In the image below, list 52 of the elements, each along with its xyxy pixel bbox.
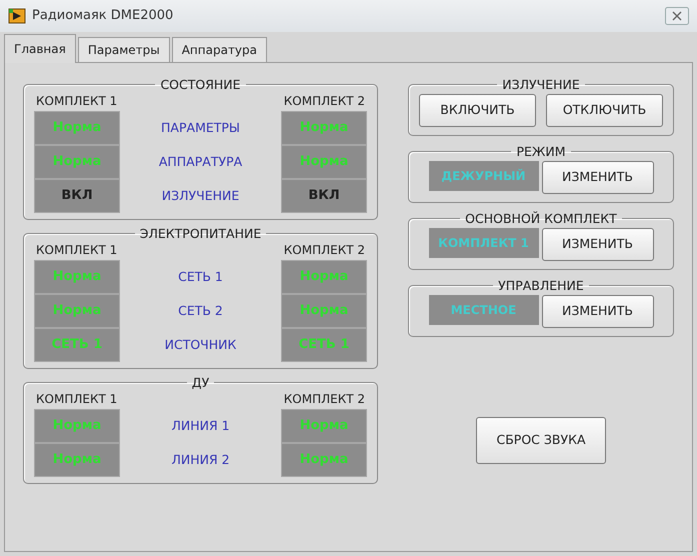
group-title: ОСНОВНОЙ КОМПЛЕКТ [464,211,618,226]
tab[interactable]: Параметры [78,37,170,62]
window-title: Радиомаяк DME2000 [32,7,174,26]
tab[interactable]: Аппаратура [172,37,268,62]
group-title: УПРАВЛЕНИЕ [497,278,585,293]
status-indicator: ВКЛ [34,179,120,213]
column-header: КОМПЛЕКТ 1 [36,391,118,408]
action-button[interactable]: ОТКЛЮЧИТЬ [546,94,663,127]
status-indicator: Норма [34,443,120,477]
app-icon [8,8,26,24]
mode-display: МЕСТНОЕ [428,295,538,325]
action-button[interactable]: ВКЛЮЧИТЬ [419,94,536,127]
group-title: ИЗЛУЧЕНИЕ [501,77,581,92]
action-button[interactable]: ИЗМЕНИТЬ [542,295,654,328]
status-indicator: Норма [34,260,120,294]
status-indicator: Норма [281,409,367,443]
status-indicator: Норма [34,145,120,179]
group-title: СОСТОЯНИЕ [159,77,242,92]
row-label: СЕТЬ 1 [177,268,224,286]
column-header: КОМПЛЕКТ 2 [284,93,365,110]
reset-sound-button[interactable]: СБРОС ЗВУКА [476,417,606,464]
action-button[interactable]: ИЗМЕНИТЬ [542,161,654,194]
group-title: ЭЛЕКТРОПИТАНИЕ [138,226,262,241]
column-header: КОМПЛЕКТ 1 [36,93,118,110]
group-title: ДУ [190,375,210,390]
row-label: ИЗЛУЧЕНИЕ [160,186,240,205]
mode-display: ДЕЖУРНЫЙ [428,161,538,191]
status-indicator: Норма [34,409,120,443]
status-indicator: Норма [281,111,367,145]
row-label: АППАРАТУРА [158,152,244,171]
status-indicator: СЕТЬ 1 [281,328,367,362]
status-indicator: Норма [34,294,120,328]
column-header: КОМПЛЕКТ 1 [36,242,118,259]
tab[interactable]: Главная [4,34,76,63]
close-icon[interactable] [665,7,689,25]
status-indicator: Норма [281,443,367,477]
row-label: ПАРАМЕТРЫ [160,118,241,137]
column-header: КОМПЛЕКТ 2 [284,242,365,259]
row-label: СЕТЬ 2 [177,302,224,320]
mode-display: КОМПЛЕКТ 1 [428,228,538,258]
status-indicator: СЕТЬ 1 [34,328,120,362]
status-indicator: Норма [281,145,367,179]
group-title: РЕЖИМ [515,144,567,159]
row-label: ЛИНИЯ 1 [170,416,231,435]
row-label: ИСТОЧНИК [164,336,238,354]
column-header: КОМПЛЕКТ 2 [284,391,365,408]
action-button[interactable]: ИЗМЕНИТЬ [542,228,654,261]
row-label: ЛИНИЯ 2 [170,450,231,469]
status-indicator: Норма [281,294,367,328]
status-indicator: ВКЛ [281,179,367,213]
status-indicator: Норма [281,260,367,294]
status-indicator: Норма [34,111,120,145]
